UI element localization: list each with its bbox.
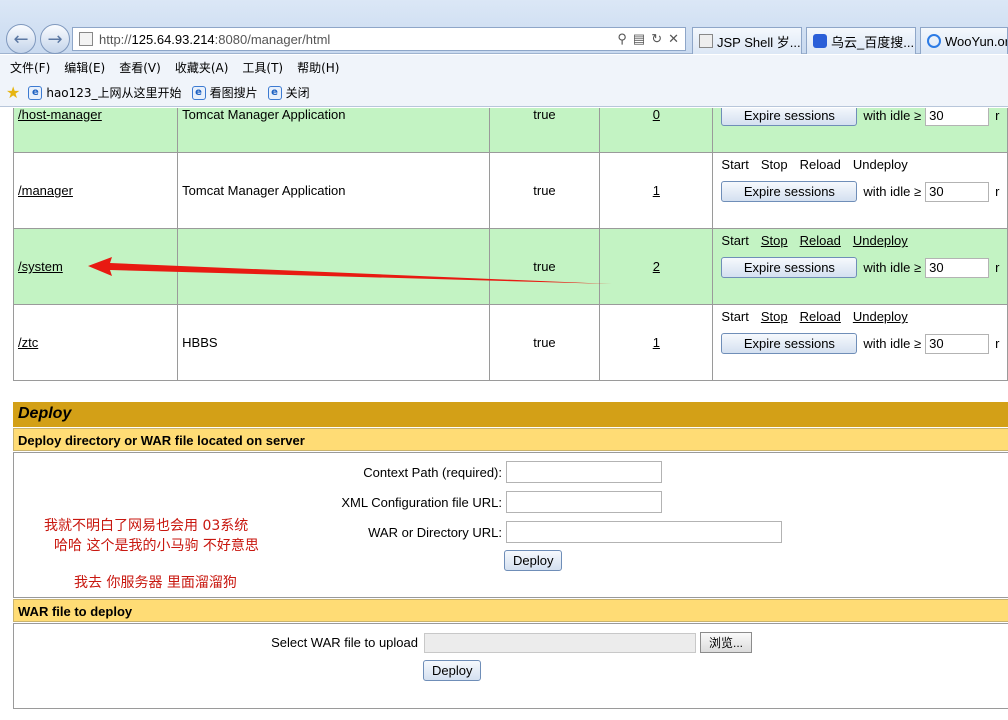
baidu-paw-icon	[813, 34, 827, 48]
stop-icon[interactable]: ✕	[668, 31, 679, 47]
forward-arrow-icon: →	[47, 28, 63, 50]
favorite-link-close[interactable]: e 关闭	[267, 84, 310, 101]
favorites-bar: ★ e hao123_上网从这里开始 e 看图搜片 e 关闭	[0, 79, 1008, 107]
ie-icon	[927, 34, 941, 48]
browser-tab-1[interactable]: JSP Shell 岁...	[692, 27, 802, 54]
page-favicon-icon	[79, 32, 93, 46]
back-button[interactable]: ←	[6, 24, 36, 54]
ie-page-icon: e	[267, 85, 282, 100]
menu-bar: 文件(F) 编辑(E) 查看(V) 收藏夹(A) 工具(T) 帮助(H)	[0, 55, 1008, 79]
tab-label: WooYun.or	[945, 33, 1008, 49]
ie-page-icon: e	[28, 85, 43, 100]
back-arrow-icon: ←	[13, 28, 29, 50]
compat-view-icon[interactable]: ▤	[633, 31, 645, 47]
browser-tab-3[interactable]: WooYun.or	[920, 27, 1008, 54]
ie-page-icon: e	[191, 85, 206, 100]
browser-toolbar: ← → http://125.64.93.214:8080/manager/ht…	[0, 0, 1008, 54]
favorite-link-image-search[interactable]: e 看图搜片	[191, 84, 258, 101]
favorites-star-icon[interactable]: ★	[6, 83, 20, 102]
menu-view[interactable]: 查看(V)	[119, 59, 161, 76]
menu-favorites[interactable]: 收藏夹(A)	[175, 59, 229, 76]
browser-tab-2[interactable]: 乌云_百度搜...	[806, 27, 916, 54]
url-host: 125.64.93.214	[131, 31, 215, 47]
tab-page-icon	[699, 34, 713, 48]
tab-label: JSP Shell 岁...	[717, 34, 801, 50]
url-prefix: http://	[99, 31, 132, 47]
url-path: :8080/manager/html	[214, 31, 331, 47]
refresh-icon[interactable]: ↻	[651, 31, 662, 47]
menu-tools[interactable]: 工具(T)	[242, 59, 283, 76]
menu-help[interactable]: 帮助(H)	[297, 59, 339, 76]
menu-file[interactable]: 文件(F)	[10, 59, 50, 76]
address-bar[interactable]: http://125.64.93.214:8080/manager/html ⚲…	[72, 27, 686, 51]
menu-edit[interactable]: 编辑(E)	[64, 59, 105, 76]
forward-button[interactable]: →	[40, 24, 70, 54]
favorite-link-hao123[interactable]: e hao123_上网从这里开始	[28, 84, 182, 101]
annotation-arrow	[88, 257, 612, 284]
search-icon[interactable]: ⚲	[617, 31, 627, 47]
tab-label: 乌云_百度搜...	[831, 34, 915, 50]
page-content: /host-manager Tomcat Manager Application…	[0, 108, 1008, 720]
